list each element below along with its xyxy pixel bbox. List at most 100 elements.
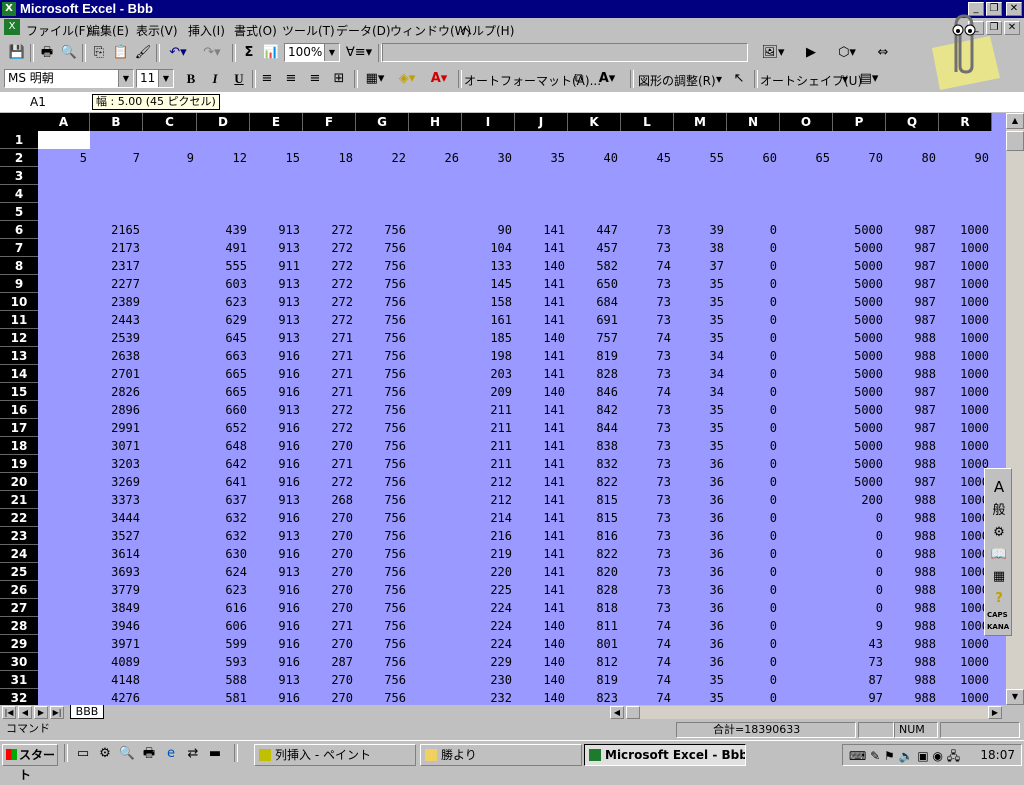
cell-e28[interactable]: 916 (250, 617, 303, 635)
cell-b13[interactable]: 2638 (90, 347, 143, 365)
cell-n2[interactable]: 60 (727, 149, 780, 167)
cell-p26[interactable]: 0 (833, 581, 886, 599)
cell-g26[interactable]: 756 (356, 581, 409, 599)
cell-d31[interactable]: 588 (197, 671, 250, 689)
formula-input-area[interactable] (382, 43, 748, 62)
cell-j11[interactable]: 141 (515, 311, 568, 329)
cell-d24[interactable]: 630 (197, 545, 250, 563)
cell-f12[interactable]: 271 (303, 329, 356, 347)
row-header-12[interactable]: 12 (0, 329, 38, 347)
cell-i10[interactable]: 158 (462, 293, 515, 311)
cell-q12[interactable]: 988 (886, 329, 939, 347)
cell-m9[interactable]: 35 (674, 275, 727, 293)
cell-p12[interactable]: 5000 (833, 329, 886, 347)
scroll-down-arrow[interactable]: ▼ (1006, 689, 1024, 705)
cell-m7[interactable]: 38 (674, 239, 727, 257)
cell-j32[interactable]: 140 (515, 689, 568, 705)
cell-l32[interactable]: 74 (621, 689, 674, 705)
cell-f7[interactable]: 272 (303, 239, 356, 257)
cell-m29[interactable]: 36 (674, 635, 727, 653)
cell-l9[interactable]: 73 (621, 275, 674, 293)
cell-e23[interactable]: 913 (250, 527, 303, 545)
cell-p10[interactable]: 5000 (833, 293, 886, 311)
cell-f30[interactable]: 287 (303, 653, 356, 671)
first-sheet-button[interactable]: |◀ (2, 706, 16, 719)
menu-data[interactable]: データ(D) (336, 22, 391, 39)
cell-n22[interactable]: 0 (727, 509, 780, 527)
play-icon[interactable]: ▶ (800, 43, 822, 63)
cell-j22[interactable]: 141 (515, 509, 568, 527)
row-header-25[interactable]: 25 (0, 563, 38, 581)
cell-n7[interactable]: 0 (727, 239, 780, 257)
cell-p18[interactable]: 5000 (833, 437, 886, 455)
cell-k11[interactable]: 691 (568, 311, 621, 329)
cell-q24[interactable]: 988 (886, 545, 939, 563)
cell-b31[interactable]: 4148 (90, 671, 143, 689)
cell-r2[interactable]: 90 (939, 149, 992, 167)
cell-b26[interactable]: 3779 (90, 581, 143, 599)
cell-p11[interactable]: 5000 (833, 311, 886, 329)
ime-pad-icon[interactable]: ▦ (988, 567, 1010, 587)
cell-e16[interactable]: 913 (250, 401, 303, 419)
row-header-2[interactable]: 2 (0, 149, 38, 167)
cell-g11[interactable]: 756 (356, 311, 409, 329)
cell-i27[interactable]: 224 (462, 599, 515, 617)
cell-m20[interactable]: 36 (674, 473, 727, 491)
cell-n23[interactable]: 0 (727, 527, 780, 545)
cell-k8[interactable]: 582 (568, 257, 621, 275)
cell-d20[interactable]: 641 (197, 473, 250, 491)
cell-i32[interactable]: 232 (462, 689, 515, 705)
cell-r8[interactable]: 1000 (939, 257, 992, 275)
cell-i16[interactable]: 211 (462, 401, 515, 419)
cell-j26[interactable]: 141 (515, 581, 568, 599)
cell-k13[interactable]: 819 (568, 347, 621, 365)
cell-k19[interactable]: 832 (568, 455, 621, 473)
menu-file[interactable]: ファイル(F) (26, 22, 90, 39)
cell-d8[interactable]: 555 (197, 257, 250, 275)
cell-k32[interactable]: 823 (568, 689, 621, 705)
cell-d21[interactable]: 637 (197, 491, 250, 509)
cell-q28[interactable]: 988 (886, 617, 939, 635)
row-header-28[interactable]: 28 (0, 617, 38, 635)
cell-r18[interactable]: 1000 (939, 437, 992, 455)
scroll-up-arrow[interactable]: ▲ (1006, 113, 1024, 129)
cell-d23[interactable]: 632 (197, 527, 250, 545)
cell-p29[interactable]: 43 (833, 635, 886, 653)
cell-i24[interactable]: 219 (462, 545, 515, 563)
cell-b28[interactable]: 3946 (90, 617, 143, 635)
cell-b9[interactable]: 2277 (90, 275, 143, 293)
align-center-icon[interactable]: ≡ (280, 69, 302, 89)
cell-i28[interactable]: 224 (462, 617, 515, 635)
hscroll-left-arrow[interactable]: ◀ (610, 706, 624, 719)
row-header-1[interactable]: 1 (0, 131, 38, 149)
ime-help-icon[interactable]: ? (988, 589, 1010, 609)
cell-f2[interactable]: 18 (303, 149, 356, 167)
picture-icon[interactable]: 🖼▾ (756, 43, 790, 63)
prev-sheet-button[interactable]: ◀ (18, 706, 32, 719)
cell-i20[interactable]: 212 (462, 473, 515, 491)
font-size-select[interactable]: 11 ▼ (136, 69, 174, 88)
cell-l28[interactable]: 74 (621, 617, 674, 635)
chart-wizard-icon[interactable]: 📊 (260, 43, 282, 63)
menu-help[interactable]: ヘルプ(H) (460, 22, 514, 39)
col-header-c[interactable]: C (143, 113, 197, 131)
row-header-3[interactable]: 3 (0, 167, 38, 185)
cell-f17[interactable]: 272 (303, 419, 356, 437)
row-header-22[interactable]: 22 (0, 509, 38, 527)
underline-button[interactable]: U (228, 69, 250, 89)
cell-m11[interactable]: 35 (674, 311, 727, 329)
tray-icons[interactable]: ⌨ ✎ ⚑ 🔊 ▣ ◉ 🖧 (849, 747, 960, 768)
cell-f9[interactable]: 272 (303, 275, 356, 293)
cell-j23[interactable]: 141 (515, 527, 568, 545)
row-header-5[interactable]: 5 (0, 203, 38, 221)
cell-k9[interactable]: 650 (568, 275, 621, 293)
cell-q8[interactable]: 987 (886, 257, 939, 275)
cell-k26[interactable]: 828 (568, 581, 621, 599)
cell-m17[interactable]: 35 (674, 419, 727, 437)
align-right-icon[interactable]: ≡ (304, 69, 326, 89)
cell-f31[interactable]: 270 (303, 671, 356, 689)
select-pointer-icon[interactable]: ↖ (728, 69, 750, 89)
row-header-30[interactable]: 30 (0, 653, 38, 671)
col-header-q[interactable]: Q (886, 113, 939, 131)
cell-d26[interactable]: 623 (197, 581, 250, 599)
